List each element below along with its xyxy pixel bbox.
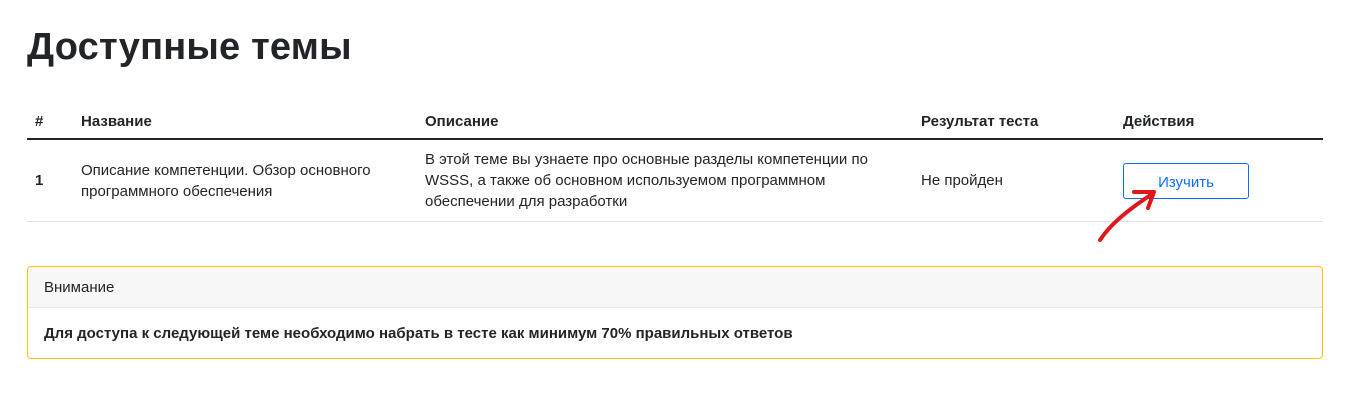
header-result: Результат теста	[913, 100, 1115, 140]
header-description: Описание	[417, 100, 913, 140]
header-num: #	[27, 100, 73, 140]
red-arrow-icon	[1098, 190, 1156, 242]
table-header-row: # Название Описание Результат теста Дейс…	[27, 100, 1323, 140]
row-num: 1	[27, 139, 73, 222]
header-actions: Действия	[1115, 100, 1323, 140]
header-name: Название	[73, 100, 417, 140]
warning-alert: Внимание Для доступа к следующей теме не…	[27, 266, 1323, 359]
alert-body: Для доступа к следующей теме необходимо …	[44, 325, 793, 342]
row-description: В этой теме вы узнаете про основные разд…	[417, 139, 913, 222]
page: Доступные темы # Название Описание Резул…	[0, 0, 1355, 405]
row-name: Описание компетенции. Обзор основного пр…	[73, 139, 417, 222]
row-result: Не пройден	[913, 139, 1115, 222]
alert-header: Внимание	[28, 267, 1322, 308]
page-title: Доступные темы	[27, 26, 352, 68]
